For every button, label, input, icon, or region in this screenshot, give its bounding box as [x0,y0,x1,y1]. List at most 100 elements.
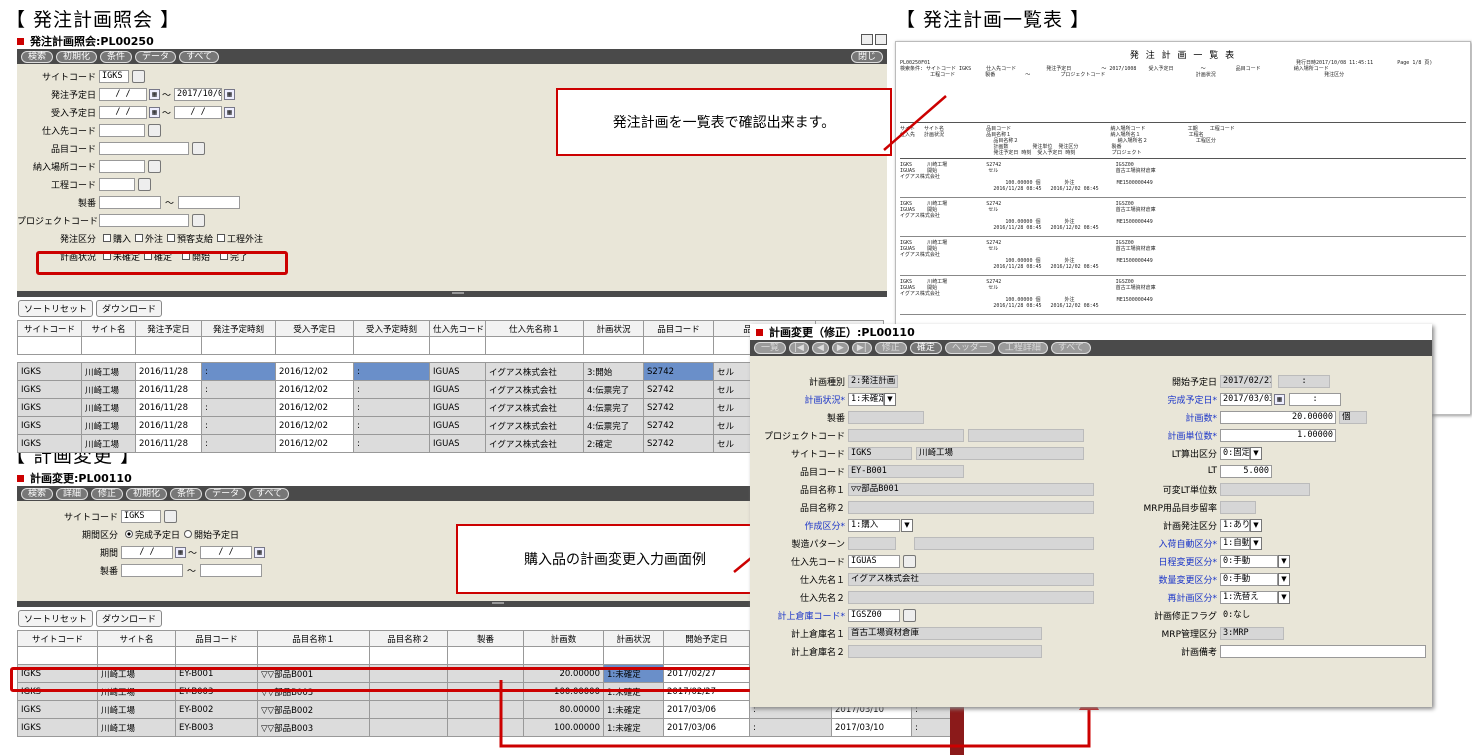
all-button[interactable]: すべて [1050,342,1091,354]
chevron-down-icon[interactable]: ▼ [1278,554,1290,568]
search-button[interactable]: 検索 [21,487,54,500]
auto-receipt-select[interactable]: 1:自動 [1220,536,1250,550]
chevron-down-icon[interactable]: ▼ [1250,446,1262,460]
calendar-icon[interactable]: ▦ [224,88,236,100]
detail-button[interactable]: 詳細 [56,487,89,500]
column-header[interactable]: 計画状況 [583,320,644,337]
column-header[interactable]: 仕入先コード [429,320,486,337]
header-button[interactable]: ヘッダー [944,342,995,354]
chevron-down-icon[interactable]: ▼ [884,392,896,406]
calendar-icon[interactable]: ▦ [149,106,160,118]
first-record-button[interactable]: |◀ [789,342,809,354]
column-header[interactable]: 製番 [447,630,524,647]
complete-date-input[interactable]: 2017/03/03 [1220,392,1272,406]
chevron-down-icon[interactable]: ▼ [1250,536,1262,550]
period-from-input[interactable]: / / [121,545,173,559]
column-header[interactable]: 発注予定日 [135,320,202,337]
plan-qty-input[interactable]: 20.00000 [1220,410,1336,424]
sort-reset-button[interactable]: ソートリセット [18,300,94,317]
receive-date-to-input[interactable]: / / [174,105,223,119]
column-header[interactable]: 品目名称２ [369,630,448,647]
column-header[interactable]: サイト名 [81,320,136,337]
calendar-icon[interactable]: ▦ [175,546,186,558]
process-code-input[interactable] [99,177,135,191]
column-header[interactable]: サイトコード [17,630,98,647]
column-header[interactable]: 開始予定日 [663,630,750,647]
order-date-to-input[interactable]: 2017/10/08 [174,87,223,101]
receive-date-from-input[interactable]: / / [99,105,147,119]
serial-to-input[interactable] [200,563,263,577]
delivery-place-input[interactable] [99,159,145,173]
conditions-button[interactable]: 条件 [170,487,203,500]
calendar-icon[interactable]: ▦ [254,546,266,558]
column-header[interactable]: 仕入先名称１ [485,320,584,337]
site-search-button[interactable] [164,509,177,523]
prev-record-button[interactable]: ◀ [811,342,829,354]
chevron-down-icon[interactable]: ▼ [901,518,913,532]
confirm-button[interactable]: 確定 [909,342,942,354]
order-type-checkbox[interactable] [217,234,226,242]
last-record-button[interactable]: ▶| [851,342,872,354]
order-type-checkbox[interactable] [135,234,144,242]
project-search-button[interactable] [192,213,205,227]
initialize-button[interactable]: 初期化 [56,50,98,63]
qty-change-select[interactable]: 0:手動 [1220,572,1278,586]
column-header[interactable]: 計画数 [523,630,604,647]
edit-button[interactable]: 修正 [91,487,124,500]
warehouse-search-button[interactable] [903,608,916,622]
all-button[interactable]: すべて [249,487,290,500]
download-button[interactable]: ダウンロード [96,300,163,317]
process-detail-button[interactable]: 工程詳細 [997,342,1048,354]
column-header[interactable]: 計画状況 [603,630,664,647]
download-button[interactable]: ダウンロード [96,610,163,627]
calendar-icon[interactable]: ▦ [1274,393,1285,405]
column-header[interactable]: 受入予定時刻 [353,320,430,337]
close-button[interactable]: 閉じ [850,50,883,63]
project-code-input[interactable] [99,213,189,227]
next-record-button[interactable]: ▶ [831,342,849,354]
item-search-button[interactable] [192,141,205,155]
data-button[interactable]: データ [205,487,247,500]
column-header[interactable]: 品目コード [643,320,714,337]
order-type-checkbox[interactable] [167,234,176,242]
sort-reset-button[interactable]: ソートリセット [18,610,94,627]
item-code-input[interactable] [99,141,189,155]
replan-select[interactable]: 1:洗替え [1220,590,1278,604]
serial-from-input[interactable] [121,563,183,577]
column-header[interactable]: 発注予定時刻 [201,320,276,337]
column-header[interactable]: サイト名 [97,630,176,647]
supplier-code-input[interactable]: IGUAS [848,554,900,568]
minimize-button[interactable] [861,34,873,45]
period-radio-complete[interactable] [125,530,133,538]
serial-to-input[interactable] [178,195,241,209]
search-button[interactable]: 検索 [21,50,54,63]
list-button[interactable]: 一覧 [754,342,787,354]
data-button[interactable]: データ [135,50,177,63]
site-code-input[interactable]: IGKS [99,69,129,83]
period-radio-start[interactable] [184,530,193,538]
period-to-input[interactable]: / / [200,545,253,559]
order-date-from-input[interactable]: / / [99,87,147,101]
lt-input[interactable]: 5.000 [1220,464,1272,478]
calendar-icon[interactable]: ▦ [224,106,236,118]
initialize-button[interactable]: 初期化 [126,487,168,500]
column-header[interactable]: 品目名称１ [257,630,370,647]
chevron-down-icon[interactable]: ▼ [1278,572,1290,586]
creation-type-select[interactable]: 1:購入 [848,518,900,532]
supplier-search-button[interactable] [148,123,161,137]
process-search-button[interactable] [138,177,151,191]
order-type-checkbox[interactable] [103,234,111,242]
site-code-input[interactable]: IGKS [121,509,161,523]
all-button[interactable]: すべて [179,50,220,63]
delivery-search-button[interactable] [148,159,161,173]
maximize-button[interactable] [875,34,887,45]
column-header[interactable]: 品目コード [175,630,258,647]
splitter[interactable] [17,291,887,297]
chevron-down-icon[interactable]: ▼ [1250,518,1262,532]
calendar-icon[interactable]: ▦ [149,88,160,100]
supplier-search-button[interactable] [903,554,916,568]
column-header[interactable]: サイトコード [17,320,82,337]
chevron-down-icon[interactable]: ▼ [1278,590,1290,604]
complete-time-input[interactable]: : [1289,392,1341,406]
conditions-button[interactable]: 条件 [100,50,133,63]
